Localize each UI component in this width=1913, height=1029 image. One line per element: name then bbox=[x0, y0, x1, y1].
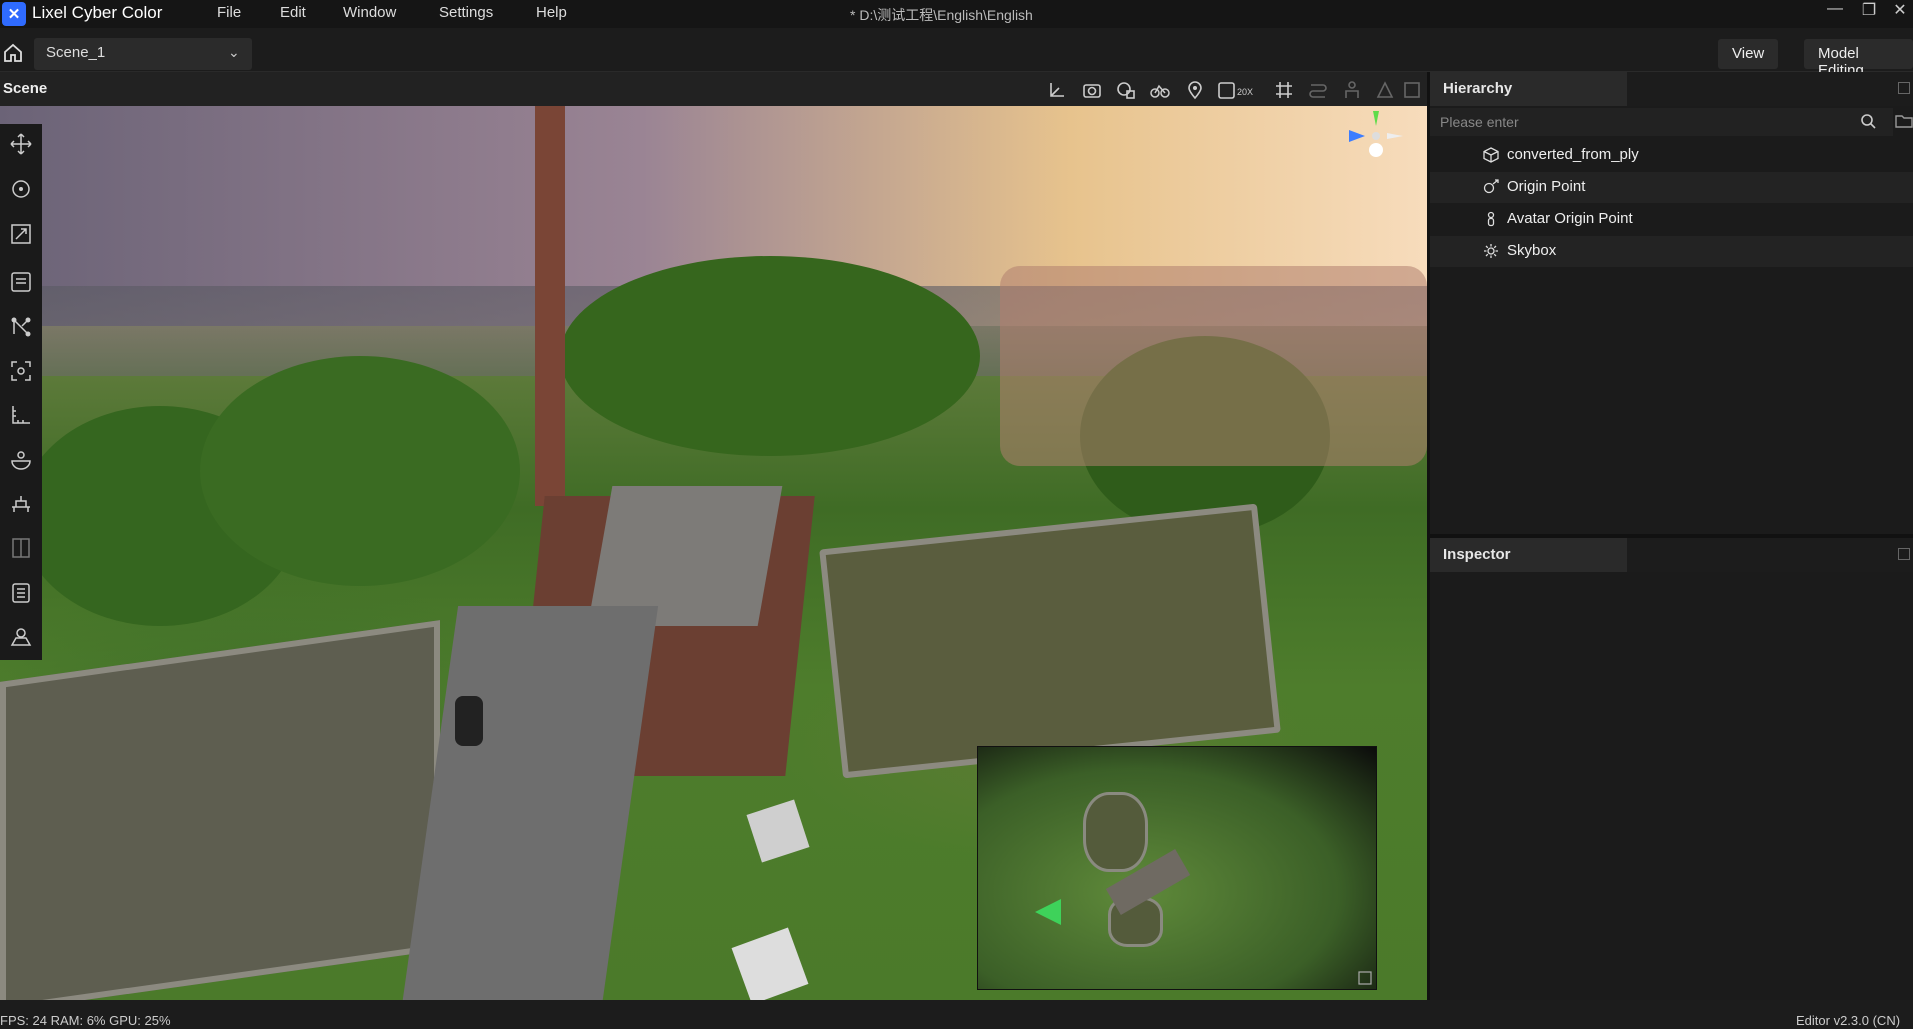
menu-help[interactable]: Help bbox=[536, 4, 567, 21]
sweep-icon[interactable] bbox=[10, 449, 32, 471]
hierarchy-search-input[interactable]: Please enter bbox=[1430, 108, 1893, 136]
toolbar bbox=[0, 28, 1913, 72]
map-pin-icon[interactable] bbox=[10, 626, 32, 648]
list-icon[interactable] bbox=[10, 582, 32, 604]
zoom-badge: 20X bbox=[1237, 87, 1253, 97]
folder-icon[interactable] bbox=[1895, 113, 1913, 129]
section-icon[interactable] bbox=[10, 493, 32, 515]
compare-icon[interactable] bbox=[10, 537, 32, 559]
hierarchy-item[interactable]: Avatar Origin Point bbox=[1430, 204, 1913, 235]
minimap[interactable] bbox=[977, 746, 1377, 990]
rotate-icon[interactable] bbox=[10, 178, 32, 200]
axis-icon[interactable] bbox=[1047, 80, 1067, 100]
camera-icon[interactable] bbox=[1082, 80, 1102, 100]
avatar-icon bbox=[1483, 211, 1499, 227]
gear-icon bbox=[1483, 243, 1499, 259]
chevron-down-icon[interactable]: ⌄ bbox=[228, 44, 240, 61]
editor-version: Editor v2.3.0 (CN) bbox=[1796, 1013, 1901, 1028]
measure-icon[interactable] bbox=[10, 404, 32, 426]
note-icon[interactable] bbox=[10, 271, 32, 293]
person-icon[interactable] bbox=[1342, 80, 1362, 100]
hierarchy-item[interactable]: Origin Point bbox=[1430, 172, 1913, 203]
grid-icon[interactable] bbox=[1274, 80, 1294, 100]
hierarchy-item[interactable]: Skybox bbox=[1430, 236, 1913, 267]
maximize-icon[interactable]: ❐ bbox=[1854, 0, 1884, 19]
shapes-icon[interactable] bbox=[1116, 80, 1136, 100]
minimap-toggle-icon[interactable] bbox=[1358, 971, 1372, 985]
focus-icon[interactable] bbox=[10, 360, 32, 382]
window-title: * D:\测试工程\English\English bbox=[850, 7, 1033, 23]
menu-settings[interactable]: Settings bbox=[439, 4, 493, 21]
move-icon[interactable] bbox=[10, 133, 32, 155]
menu-edit[interactable]: Edit bbox=[280, 4, 306, 21]
panel-maximize-icon[interactable] bbox=[1898, 82, 1910, 94]
navmesh-icon[interactable] bbox=[1375, 80, 1395, 100]
hierarchy-title[interactable]: Hierarchy bbox=[1430, 72, 1627, 106]
scene-select[interactable]: Scene_1 bbox=[34, 38, 252, 70]
left-toolbar bbox=[0, 124, 42, 660]
path-icon[interactable] bbox=[1308, 80, 1328, 100]
hierarchy-item[interactable]: converted_from_ply bbox=[1430, 140, 1913, 171]
camera-direction-icon bbox=[1033, 897, 1063, 927]
menu-window[interactable]: Window bbox=[343, 4, 396, 21]
zoom-speed-icon[interactable]: 20X bbox=[1217, 80, 1259, 100]
scene-title: Scene bbox=[3, 80, 48, 97]
app-logo-icon: ✕ bbox=[2, 2, 26, 26]
location-pin-icon[interactable] bbox=[1185, 80, 1205, 100]
origin-icon bbox=[1483, 179, 1499, 195]
home-icon[interactable] bbox=[2, 42, 24, 64]
scale-icon[interactable] bbox=[10, 223, 32, 245]
inspector-title[interactable]: Inspector bbox=[1430, 538, 1627, 572]
search-icon[interactable] bbox=[1860, 113, 1876, 129]
fullscreen-icon[interactable] bbox=[1402, 80, 1422, 100]
panel-maximize-icon[interactable] bbox=[1898, 548, 1910, 560]
orientation-gizmo-icon[interactable] bbox=[1345, 106, 1405, 166]
nodes-icon[interactable] bbox=[10, 316, 32, 338]
scene-header bbox=[0, 72, 1427, 106]
performance-stats: FPS: 24 RAM: 6% GPU: 25% bbox=[0, 1013, 171, 1028]
bike-icon[interactable] bbox=[1150, 80, 1170, 100]
cube-icon bbox=[1483, 147, 1499, 163]
view-button[interactable]: View bbox=[1718, 39, 1779, 69]
minimize-icon[interactable]: — bbox=[1820, 0, 1850, 18]
close-icon[interactable]: ✕ bbox=[1885, 0, 1913, 19]
status-bar bbox=[0, 1000, 1913, 1029]
app-name: Lixel Cyber Color bbox=[32, 3, 163, 22]
menu-file[interactable]: File bbox=[217, 4, 241, 21]
model-editing-button[interactable]: Model Editing bbox=[1804, 39, 1913, 79]
